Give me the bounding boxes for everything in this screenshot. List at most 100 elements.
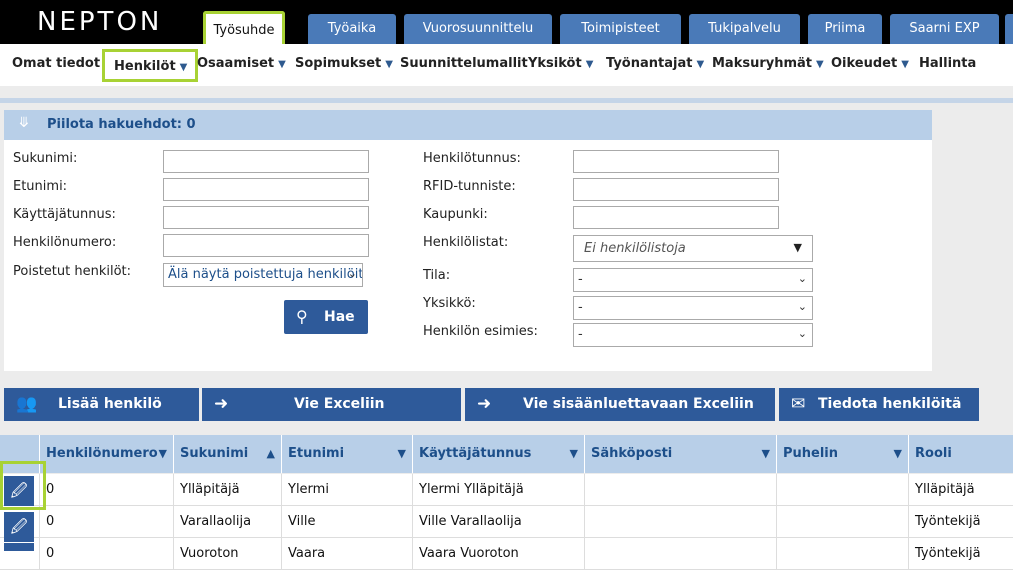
top-bar: NEPTON Työsuhde Työaika Vuorosuunnittelu… (0, 0, 1013, 44)
etunimi-input[interactable] (163, 178, 369, 201)
henkilolistat-select[interactable]: Ei henkilölistoja ▼ (573, 235, 813, 262)
poistetut-value: Älä näytä poistettuja henkilöitä (168, 267, 363, 282)
label-yksikko: Yksikkö: (423, 296, 476, 311)
subnav-suunnittelumallit[interactable]: Suunnittelumallit (400, 56, 528, 71)
edit-person-button[interactable]: 🖉 (4, 512, 34, 542)
column-label: Sähköposti (591, 446, 673, 461)
poistetut-select[interactable]: Älä näytä poistettuja henkilöitä ⌄ (163, 263, 363, 287)
tab-tukipalvelu[interactable]: Tukipalvelu (689, 14, 800, 44)
tab-tyoaika[interactable]: Työaika (308, 14, 396, 44)
column-label: Henkilönumero (46, 446, 158, 461)
tab-saarni-exp[interactable]: Saarni EXP (890, 14, 999, 44)
cell-puhelin (776, 474, 908, 506)
column-label: Puhelin (783, 446, 839, 461)
chevron-down-icon: ▼ (385, 59, 393, 70)
tab-vuorosuunnittelu[interactable]: Vuorosuunnittelu (404, 14, 552, 44)
cell-sukunimi: Ylläpitäjä (173, 474, 281, 506)
table-header: Henkilönumero ▼ Sukunimi ▲ Etunimi ▼ Käyttä… (0, 435, 1013, 473)
henkilotunnus-input[interactable] (573, 150, 779, 173)
label-kayttajatunnus: Käyttäjätunnus: (13, 207, 116, 222)
cell-sahkoposti (584, 474, 776, 506)
column-henkilonumero[interactable]: Henkilönumero ▼ (39, 435, 173, 473)
search-button[interactable]: ⚲ Hae (284, 300, 368, 334)
chevron-down-icon: ▼ (696, 59, 705, 70)
yksikko-value: - (578, 300, 583, 315)
column-rooli[interactable]: Rooli (908, 435, 1013, 473)
sukunimi-input[interactable] (163, 150, 369, 173)
subnav-tyonantajat[interactable]: Työnantajat ▼ (606, 56, 704, 71)
tab-tyosuhde[interactable]: Työsuhde (203, 11, 285, 44)
tab-overflow[interactable] (1005, 14, 1013, 44)
label-sukunimi: Sukunimi: (13, 151, 78, 166)
caret-down-icon: ▼ (793, 241, 802, 254)
rfid-input[interactable] (573, 178, 779, 201)
esimies-select[interactable]: - ⌄ (573, 323, 813, 347)
add-person-label: Lisää henkilö (58, 396, 162, 412)
export-import-excel-button[interactable]: ➜ Vie sisäänluettavaan Exceliin (465, 388, 775, 421)
highlight-box (0, 461, 46, 510)
app-logo: NEPTON (37, 7, 163, 37)
filters-toggle[interactable]: ⤋ Piilota hakuehdot: 0 (4, 110, 932, 140)
subnav-oikeudet[interactable]: Oikeudet ▼ (831, 56, 909, 71)
notify-persons-label: Tiedota henkilöitä (818, 396, 962, 412)
subnav-osaamiset[interactable]: Osaamiset ▼ (197, 56, 286, 71)
filters-toggle-label: Piilota hakuehdot: 0 (47, 117, 196, 132)
label-poistetut: Poistetut henkilöt: (13, 264, 132, 279)
cell-etunimi: Ville (281, 506, 412, 538)
envelope-icon: ✉ (791, 394, 806, 414)
column-sahkoposti[interactable]: Sähköposti ▼ (584, 435, 776, 473)
cell-rooli: Työntekijä (908, 538, 1013, 570)
column-label: Rooli (915, 446, 952, 461)
kaupunki-input[interactable] (573, 206, 779, 229)
subnav-sopimukset[interactable]: Sopimukset ▼ (295, 56, 393, 71)
subnav-maksuryhmat[interactable]: Maksuryhmät ▼ (712, 56, 824, 71)
table-row[interactable]: 0 Vuoroton Vaara Vaara Vuoroton Työnteki… (0, 538, 1013, 570)
cell-etunimi: Vaara (281, 538, 412, 570)
cell-puhelin (776, 538, 908, 570)
add-person-button[interactable]: 👥 Lisää henkilö (4, 388, 199, 421)
subnav-yksikot-label: Yksiköt (528, 56, 582, 71)
henkilonumero-input[interactable] (163, 234, 369, 257)
cell-sukunimi: Varallaolija (173, 506, 281, 538)
cell-kayttajatunnus: Ylermi Ylläpitäjä (412, 474, 584, 506)
column-kayttajatunnus[interactable]: Käyttäjätunnus ▼ (412, 435, 584, 473)
subnav-henkilot-label: Henkilöt (114, 59, 176, 74)
cell-rooli: Työntekijä (908, 506, 1013, 538)
subnav-omat-tiedot[interactable]: Omat tiedot (12, 56, 100, 71)
export-icon: ➜ (214, 394, 229, 414)
kayttajatunnus-input[interactable] (163, 206, 369, 229)
subnav-yksikot[interactable]: Yksiköt ▼ (528, 56, 593, 71)
add-user-icon: 👥 (16, 394, 38, 414)
chevron-down-icon: ⌄ (797, 272, 807, 285)
label-henkilonumero: Henkilönumero: (13, 235, 117, 250)
subnav-sopimukset-label: Sopimukset (295, 56, 382, 71)
column-etunimi[interactable]: Etunimi ▼ (281, 435, 412, 473)
separator-bar (0, 98, 1013, 103)
yksikko-select[interactable]: - ⌄ (573, 296, 813, 320)
chevron-down-icon: ⌄ (797, 327, 807, 340)
esimies-value: - (578, 327, 583, 342)
subnav-osaamiset-label: Osaamiset (197, 56, 275, 71)
tab-priima[interactable]: Priima (808, 14, 882, 44)
export-excel-button[interactable]: ➜ Vie Exceliin (202, 388, 461, 421)
label-kaupunki: Kaupunki: (423, 207, 488, 222)
subnav-henkilot[interactable]: Henkilöt ▼ (102, 49, 199, 82)
chevron-down-icon: ▼ (816, 59, 824, 70)
chevron-down-icon: ⌄ (797, 300, 807, 313)
cell-henkilonumero: 0 (39, 506, 173, 538)
table-row[interactable]: 0 Ylläpitäjä Ylermi Ylermi Ylläpitäjä Yl… (0, 474, 1013, 506)
table-row[interactable]: 0 Varallaolija Ville Ville Varallaolija … (0, 506, 1013, 538)
label-rfid: RFID-tunniste: (423, 179, 516, 194)
label-tila: Tila: (423, 268, 451, 283)
edit-person-button[interactable] (4, 543, 34, 551)
subnav-hallinta[interactable]: Hallinta (919, 56, 976, 71)
chevron-down-icon: ▼ (893, 447, 902, 460)
notify-persons-button[interactable]: ✉ Tiedota henkilöitä (779, 388, 979, 421)
chevron-down-icon: ▼ (761, 447, 770, 460)
chevron-down-icon: ▼ (179, 62, 188, 73)
column-sukunimi[interactable]: Sukunimi ▲ (173, 435, 281, 473)
tila-select[interactable]: - ⌄ (573, 268, 813, 292)
tab-toimipisteet[interactable]: Toimipisteet (560, 14, 681, 44)
chevron-down-icon: ▼ (901, 59, 909, 70)
column-puhelin[interactable]: Puhelin ▼ (776, 435, 908, 473)
